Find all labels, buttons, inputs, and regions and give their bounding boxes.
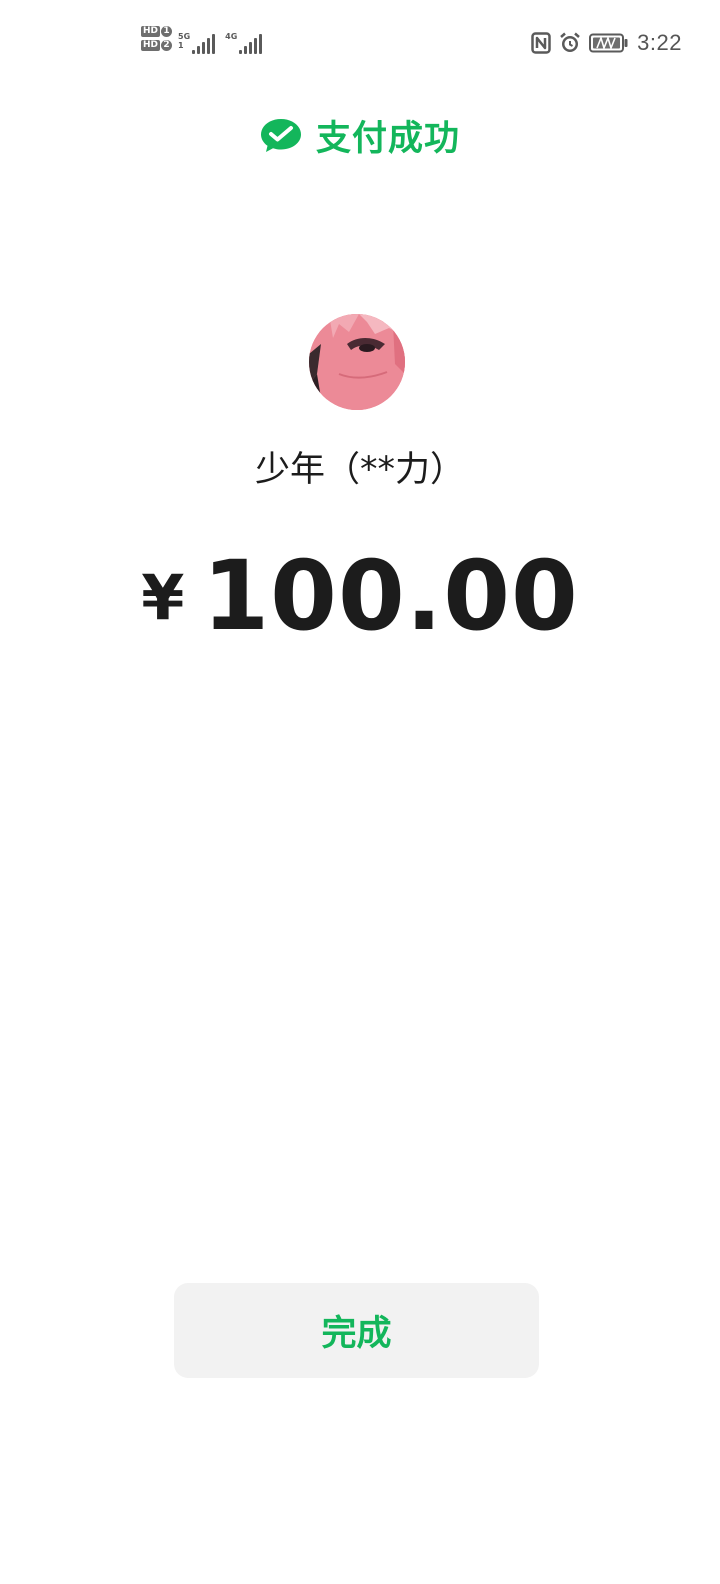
hd-sim2-label: HD — [141, 40, 161, 51]
signal-bars-icon — [192, 34, 216, 54]
hd-sim1-badge: HD 1 — [141, 26, 173, 37]
wechat-pay-icon — [260, 118, 301, 152]
status-time: 3:22 — [637, 30, 682, 55]
payment-success-title: 支付成功 — [315, 119, 460, 159]
done-button[interactable]: 完成 — [174, 1283, 539, 1378]
hd-sim2-badge: HD 2 — [141, 40, 173, 51]
battery-icon — [589, 33, 628, 53]
payee-name: 少年（**力） — [254, 450, 465, 490]
hd-voice-indicators: HD 1 HD 2 — [141, 26, 173, 51]
avatar — [309, 314, 405, 410]
amount-value: 100.00 — [202, 540, 579, 652]
signal-bars-icon — [239, 34, 263, 54]
payment-success-header: 支付成功 — [0, 110, 720, 161]
sim1-network-type: 5G — [178, 32, 191, 41]
status-bar: HD 1 HD 2 5G 1 4G 3:22 — [0, 0, 720, 90]
hd-sim2-number: 2 — [161, 40, 173, 51]
sim2-signal: 4G — [225, 26, 263, 54]
sim1-network-sub: 1 — [178, 41, 184, 50]
alarm-icon — [560, 32, 580, 52]
payment-amount: ¥ 100.00 — [0, 540, 720, 652]
avatar-image — [309, 314, 405, 410]
hd-sim1-number: 1 — [161, 26, 173, 37]
currency-symbol: ¥ — [141, 561, 185, 634]
hd-sim1-label: HD — [141, 26, 161, 37]
done-button-label: 完成 — [321, 1314, 392, 1354]
signal-indicators: HD 1 HD 2 5G 1 4G — [141, 26, 263, 54]
sim1-signal: 5G 1 — [178, 26, 216, 54]
nfc-icon — [531, 32, 551, 54]
sim2-network-type: 4G — [225, 32, 238, 41]
system-indicators: 3:22 — [531, 30, 682, 56]
